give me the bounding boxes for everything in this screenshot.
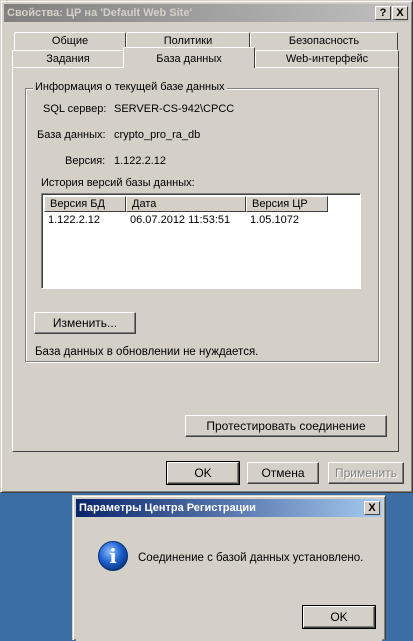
properties-window: Свойства: ЦР на 'Default Web Site' ? X О… — [0, 0, 413, 493]
apply-button[interactable]: Применить — [328, 462, 404, 484]
version-history-list[interactable]: Версия БД Дата Версия ЦР 1.122.2.12 06.0… — [41, 193, 361, 289]
column-ra-version[interactable]: Версия ЦР — [246, 196, 328, 212]
cancel-button[interactable]: Отмена — [247, 462, 319, 484]
tab-web-interface[interactable]: Web-интерфейс — [255, 50, 399, 68]
version-value: 1.122.2.12 — [114, 155, 166, 167]
help-button[interactable]: ? — [375, 6, 391, 20]
change-button-label: Изменить... — [52, 316, 118, 330]
message-box-close-button[interactable]: X — [364, 501, 380, 515]
message-ok-button[interactable]: OK — [302, 605, 376, 629]
version-label: Версия: — [65, 155, 106, 167]
tab-database[interactable]: База данных — [123, 47, 255, 68]
sql-server-value: SERVER-CS-942\CPCC — [114, 103, 235, 115]
database-value: crypto_pro_ra_db — [114, 129, 201, 141]
database-label: База данных: — [37, 129, 106, 141]
column-date[interactable]: Дата — [126, 196, 246, 212]
update-status-text: База данных в обновлении не нуждается. — [35, 346, 259, 358]
test-connection-button[interactable]: Протестировать соединение — [185, 415, 387, 437]
cell-db-version: 1.122.2.12 — [48, 214, 100, 226]
tab-security[interactable]: Безопасность — [250, 32, 398, 50]
message-text: Соединение с базой данных установлено. — [138, 552, 364, 564]
db-info-group-title: Информация о текущей базе данных — [33, 81, 227, 93]
tab-tasks[interactable]: Задания — [12, 50, 124, 68]
message-box: Параметры Центра Регистрации X i Соедине… — [72, 495, 386, 641]
apply-button-label: Применить — [334, 466, 397, 480]
close-button[interactable]: X — [392, 6, 408, 20]
info-icon-glyph: i — [109, 544, 117, 568]
ok-button[interactable]: OK — [166, 461, 240, 485]
test-connection-label: Протестировать соединение — [206, 419, 366, 433]
sql-server-label: SQL сервер: — [43, 103, 107, 115]
message-box-title: Параметры Центра Регистрации — [79, 502, 256, 514]
cancel-button-label: Отмена — [261, 466, 305, 480]
history-label: История версий базы данных: — [41, 177, 195, 189]
message-ok-label: OK — [330, 610, 348, 624]
cell-date: 06.07.2012 11:53:51 — [130, 214, 231, 226]
tab-general[interactable]: Общие — [14, 32, 126, 50]
database-tab-panel: Информация о текущей базе данных SQL сер… — [12, 67, 399, 452]
message-box-titlebar[interactable]: Параметры Центра Регистрации X — [76, 499, 382, 517]
ok-button-label: OK — [194, 466, 212, 480]
cell-ra-version: 1.05.1072 — [250, 214, 299, 226]
info-icon: i — [97, 540, 129, 572]
change-button[interactable]: Изменить... — [34, 312, 136, 334]
properties-titlebar[interactable]: Свойства: ЦР на 'Default Web Site' ? X — [4, 4, 409, 22]
column-db-version[interactable]: Версия БД — [44, 196, 126, 212]
window-title: Свойства: ЦР на 'Default Web Site' — [7, 7, 193, 19]
